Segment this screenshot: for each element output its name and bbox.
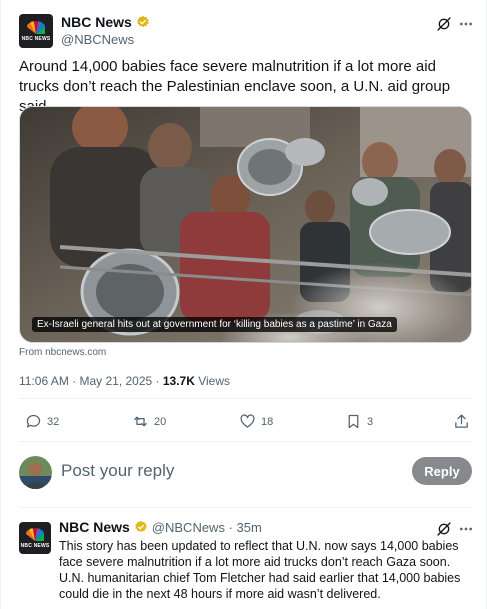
reply-icon <box>26 414 41 428</box>
user-avatar[interactable] <box>19 456 52 489</box>
media-caption: Ex-Israeli general hits out at governmen… <box>32 317 397 332</box>
author-display-name[interactable]: NBC News <box>61 14 132 30</box>
heart-icon <box>240 414 255 428</box>
link-card-media[interactable]: Ex-Israeli general hits out at governmen… <box>19 106 472 343</box>
repost-count: 20 <box>154 415 167 428</box>
bookmark-action[interactable]: 3 <box>345 413 373 430</box>
divider <box>19 398 472 399</box>
avatar-logo-text: NBC NEWS <box>20 542 50 549</box>
peacock-logo-icon <box>25 527 45 541</box>
nbc-news-avatar[interactable]: NBC NEWS <box>19 522 51 554</box>
verified-badge-icon[interactable] <box>136 15 150 29</box>
more-icon[interactable] <box>458 16 474 32</box>
views-count: 13.7K <box>162 374 195 388</box>
like-action[interactable]: 18 <box>239 413 273 430</box>
reply-text: This story has been updated to reflect t… <box>59 539 461 601</box>
link-source[interactable]: From nbcnews.com <box>19 347 106 358</box>
post-page: NBC NEWS NBC News @NBCNews Around 14,000… <box>0 0 487 609</box>
peacock-logo-icon <box>26 20 46 34</box>
grok-icon[interactable] <box>436 521 452 537</box>
news-photo <box>20 107 471 342</box>
reply-author-row: NBC News @NBCNews · 35m <box>59 519 262 535</box>
reply-input[interactable]: Post your reply <box>61 461 174 481</box>
reply-count: 32 <box>47 415 60 428</box>
divider <box>19 507 472 508</box>
author-handle[interactable]: @NBCNews <box>61 32 134 47</box>
reply-button[interactable]: Reply <box>412 457 472 485</box>
bookmark-count: 3 <box>367 415 374 428</box>
bookmark-icon <box>348 414 359 429</box>
post-timestamp[interactable]: 11:06 AM · May 21, 2025 · <box>19 374 163 388</box>
reply-author-name[interactable]: NBC News <box>59 519 130 535</box>
divider <box>19 441 472 442</box>
share-action[interactable] <box>453 413 470 430</box>
more-icon[interactable] <box>458 521 474 537</box>
reply-action[interactable]: 32 <box>25 413 59 430</box>
avatar-logo-text: NBC NEWS <box>21 35 51 42</box>
like-count: 18 <box>261 415 274 428</box>
user-avatar-image <box>19 456 52 489</box>
grok-icon[interactable] <box>436 16 452 32</box>
post-meta: 11:06 AM · May 21, 2025 · 13.7K Views <box>19 374 230 388</box>
nbc-news-avatar[interactable]: NBC NEWS <box>19 14 53 48</box>
repost-icon <box>134 416 147 427</box>
views-label: Views <box>194 374 231 388</box>
share-icon <box>455 414 468 428</box>
repost-action[interactable]: 20 <box>132 413 166 430</box>
verified-badge-icon[interactable] <box>134 520 148 534</box>
reply-handle-time[interactable]: @NBCNews · 35m <box>152 520 262 535</box>
author-name-row: NBC News <box>61 14 150 30</box>
